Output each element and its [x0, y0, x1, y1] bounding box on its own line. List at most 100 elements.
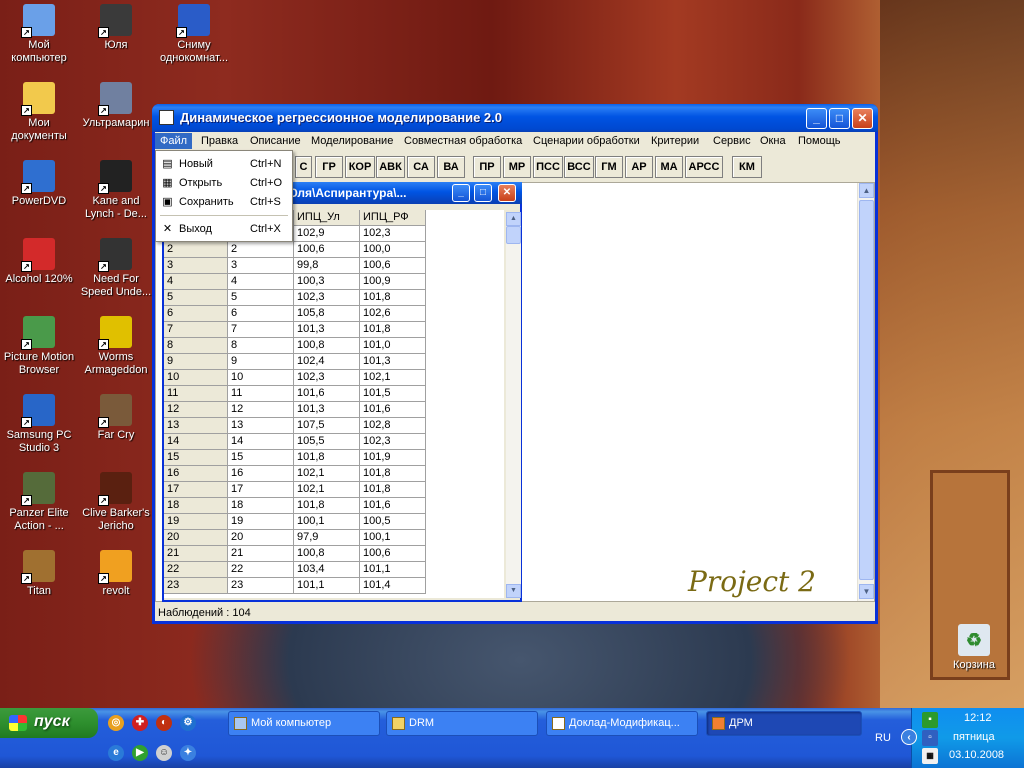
row-header[interactable]: 14 — [164, 434, 228, 450]
tool-kor-button[interactable]: КОР — [345, 156, 375, 178]
quicklaunch-icon-7[interactable]: ☺ — [156, 745, 172, 761]
menu-item-new[interactable]: ▤ Новый Ctrl+N — [156, 155, 292, 174]
table-cell[interactable]: 102,9 — [294, 226, 360, 242]
quicklaunch-icon-8[interactable]: ✦ — [180, 745, 196, 761]
table-cell[interactable]: 102,8 — [360, 418, 426, 434]
desktop-icon[interactable]: ↗ PowerDVD — [0, 160, 78, 208]
grid-scroll-thumb[interactable] — [506, 226, 521, 244]
table-cell[interactable]: 101,6 — [360, 498, 426, 514]
row-header[interactable]: 13 — [164, 418, 228, 434]
desktop-icon[interactable]: ↗ Alcohol 120% — [0, 238, 78, 286]
table-cell[interactable]: 18 — [228, 498, 294, 514]
row-header[interactable]: 18 — [164, 498, 228, 514]
table-cell[interactable]: 4 — [228, 274, 294, 290]
table-cell[interactable]: 101,6 — [360, 402, 426, 418]
table-cell[interactable]: 6 — [228, 306, 294, 322]
row-header[interactable]: 8 — [164, 338, 228, 354]
table-cell[interactable]: 100,6 — [360, 258, 426, 274]
table-cell[interactable]: 10 — [228, 370, 294, 386]
task-word-doc[interactable]: Доклад-Модификац... — [546, 711, 698, 736]
desktop-icon[interactable]: ↗ Picture Motion Browser — [0, 316, 78, 377]
desktop-icon[interactable]: ↗ Юля — [77, 4, 155, 52]
table-cell[interactable]: 102,6 — [360, 306, 426, 322]
table-cell[interactable]: 102,1 — [360, 370, 426, 386]
table-row[interactable]: 16 16 102,1 101,8 — [164, 466, 426, 482]
table-cell[interactable]: 101,3 — [294, 402, 360, 418]
row-header[interactable]: 4 — [164, 274, 228, 290]
table-row[interactable]: 5 5 102,3 101,8 — [164, 290, 426, 306]
table-cell[interactable]: 102,3 — [360, 226, 426, 242]
row-header[interactable]: 17 — [164, 482, 228, 498]
table-cell[interactable]: 107,5 — [294, 418, 360, 434]
row-header[interactable]: 7 — [164, 322, 228, 338]
app-icon[interactable] — [159, 110, 174, 125]
table-cell[interactable]: 101,1 — [360, 562, 426, 578]
menu-description[interactable]: Описание — [250, 135, 301, 147]
table-cell[interactable]: 101,8 — [360, 466, 426, 482]
row-header[interactable]: 11 — [164, 386, 228, 402]
table-cell[interactable]: 22 — [228, 562, 294, 578]
maximize-button[interactable]: □ — [829, 108, 850, 129]
tool-c-button[interactable]: C — [295, 156, 312, 178]
tray-display-icon[interactable]: ▫ — [922, 730, 938, 746]
quicklaunch-icon-4[interactable]: ⚙ — [180, 715, 196, 731]
table-cell[interactable]: 100,9 — [360, 274, 426, 290]
table-row[interactable]: 21 21 100,8 100,6 — [164, 546, 426, 562]
table-cell[interactable]: 101,8 — [294, 450, 360, 466]
column-header[interactable]: ИПЦ_РФ — [360, 210, 426, 226]
table-cell[interactable]: 105,8 — [294, 306, 360, 322]
tray-network-icon[interactable]: ▪ — [922, 712, 938, 728]
tool-arss-button[interactable]: АРСС — [685, 156, 723, 178]
tray-calendar-icon[interactable]: ▦ — [922, 748, 938, 764]
table-cell[interactable]: 16 — [228, 466, 294, 482]
desktop-icon[interactable]: ↗ Titan — [0, 550, 78, 598]
table-cell[interactable]: 23 — [228, 578, 294, 594]
tool-gr-button[interactable]: ГР — [315, 156, 343, 178]
table-cell[interactable]: 101,1 — [294, 578, 360, 594]
scroll-up-icon[interactable]: ▲ — [859, 183, 874, 198]
table-cell[interactable]: 101,8 — [360, 482, 426, 498]
table-row[interactable]: 11 11 101,6 101,5 — [164, 386, 426, 402]
menu-item-save[interactable]: ▣ Сохранить Ctrl+S — [156, 193, 292, 212]
grid-scroll-down-icon[interactable]: ▼ — [506, 584, 521, 598]
table-cell[interactable]: 103,4 — [294, 562, 360, 578]
table-row[interactable]: 14 14 105,5 102,3 — [164, 434, 426, 450]
tool-avk-button[interactable]: АВК — [376, 156, 405, 178]
row-header[interactable]: 16 — [164, 466, 228, 482]
table-cell[interactable]: 101,6 — [294, 386, 360, 402]
recycle-bin[interactable]: ♻ Корзина — [935, 624, 1013, 672]
row-header[interactable]: 2 — [164, 242, 228, 258]
table-row[interactable]: 7 7 101,3 101,8 — [164, 322, 426, 338]
table-row[interactable]: 23 23 101,1 101,4 — [164, 578, 426, 594]
tool-pss-button[interactable]: ПСС — [533, 156, 563, 178]
table-cell[interactable]: 5 — [228, 290, 294, 306]
table-cell[interactable]: 97,9 — [294, 530, 360, 546]
table-cell[interactable]: 101,5 — [360, 386, 426, 402]
row-header[interactable]: 9 — [164, 354, 228, 370]
table-cell[interactable]: 101,9 — [360, 450, 426, 466]
scroll-down-icon[interactable]: ▼ — [859, 584, 874, 599]
table-cell[interactable]: 101,0 — [360, 338, 426, 354]
table-cell[interactable]: 2 — [228, 242, 294, 258]
table-cell[interactable]: 14 — [228, 434, 294, 450]
table-row[interactable]: 20 20 97,9 100,1 — [164, 530, 426, 546]
row-header[interactable]: 15 — [164, 450, 228, 466]
tool-ma-button[interactable]: МА — [655, 156, 683, 178]
tool-vss-button[interactable]: ВСС — [564, 156, 594, 178]
row-header[interactable]: 12 — [164, 402, 228, 418]
start-button[interactable]: пуск — [0, 708, 98, 738]
desktop-icon[interactable]: ↗ Мои документы — [0, 82, 78, 143]
table-row[interactable]: 15 15 101,8 101,9 — [164, 450, 426, 466]
table-row[interactable]: 8 8 100,8 101,0 — [164, 338, 426, 354]
table-row[interactable]: 22 22 103,4 101,1 — [164, 562, 426, 578]
menu-windows[interactable]: Окна — [760, 135, 786, 147]
tool-ar-button[interactable]: АР — [625, 156, 653, 178]
table-cell[interactable]: 101,3 — [294, 322, 360, 338]
table-row[interactable]: 2 2 100,6 100,0 — [164, 242, 426, 258]
clock-time[interactable]: 12:12 — [964, 712, 992, 724]
table-cell[interactable]: 102,1 — [294, 466, 360, 482]
table-cell[interactable]: 102,4 — [294, 354, 360, 370]
table-cell[interactable]: 15 — [228, 450, 294, 466]
tool-va-button[interactable]: ВА — [437, 156, 465, 178]
table-cell[interactable]: 102,1 — [294, 482, 360, 498]
